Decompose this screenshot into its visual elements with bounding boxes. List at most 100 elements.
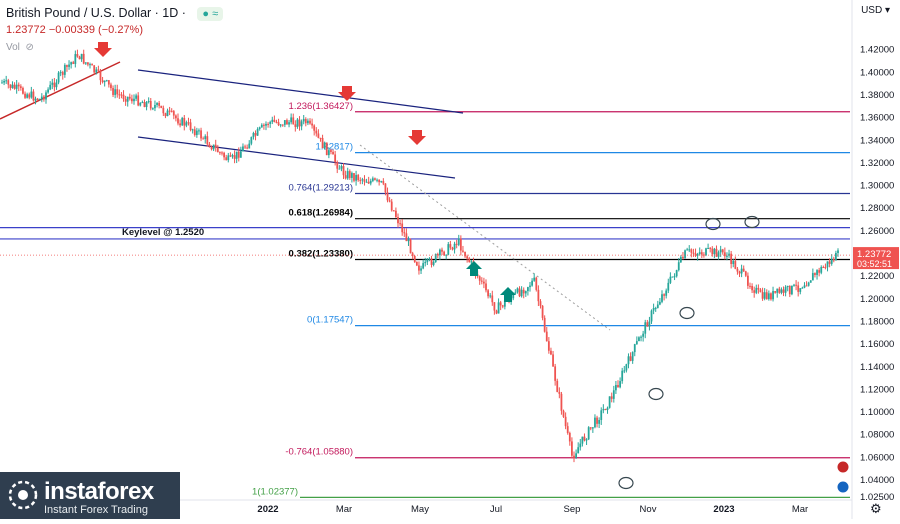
candle-body bbox=[315, 130, 318, 134]
candle-body bbox=[221, 152, 223, 154]
candle-body bbox=[447, 244, 450, 255]
candle-body bbox=[369, 180, 372, 184]
candle-body bbox=[407, 239, 410, 242]
candle-body bbox=[682, 256, 684, 259]
candle-body bbox=[684, 250, 686, 259]
currency-selector[interactable]: USD ▾ bbox=[861, 5, 890, 16]
candle-body bbox=[139, 102, 142, 106]
price-change: 1.23772 −0.00339 (−0.27%) bbox=[6, 24, 144, 36]
candle-body bbox=[688, 249, 691, 251]
fib-level-label: 1.32817) bbox=[315, 142, 353, 153]
candle-body bbox=[307, 120, 309, 124]
candle-body bbox=[105, 80, 108, 82]
candle-body bbox=[128, 96, 131, 99]
candle-body bbox=[348, 171, 351, 178]
candle-body bbox=[177, 118, 179, 124]
candle-body bbox=[646, 322, 649, 327]
candle-body bbox=[457, 238, 460, 245]
candle-body bbox=[82, 53, 85, 64]
volume-toggle[interactable]: Vol ⊘ bbox=[6, 42, 34, 53]
chart-area[interactable]: 1.42000 1.40000 1.38000 1.36000 1.34000 1.320… bbox=[0, 0, 900, 519]
candle-body bbox=[384, 183, 387, 193]
candle-body bbox=[468, 258, 471, 262]
y-tick-label: 1.32000 bbox=[860, 158, 894, 169]
candle-body bbox=[327, 150, 330, 156]
candle-body bbox=[135, 95, 137, 99]
candle-body bbox=[30, 91, 33, 98]
up-arrow-icon bbox=[466, 261, 482, 276]
candle-body bbox=[334, 154, 337, 162]
candle-body bbox=[390, 201, 393, 211]
candle-body bbox=[757, 287, 760, 290]
candle-body bbox=[103, 80, 106, 83]
candle-body bbox=[784, 286, 787, 293]
candle-body bbox=[805, 285, 808, 287]
channel-lower-line bbox=[137, 136, 456, 179]
candle-body bbox=[799, 288, 802, 292]
candle-body bbox=[638, 337, 640, 342]
candle-body bbox=[835, 252, 837, 261]
candle-body bbox=[311, 123, 313, 126]
candle-body bbox=[403, 232, 406, 234]
candle-body bbox=[541, 305, 544, 318]
candle-body bbox=[629, 356, 632, 361]
gear-icon[interactable]: ⚙ bbox=[870, 502, 882, 517]
candle-body bbox=[656, 304, 659, 308]
market-status-badge[interactable]: ● ≈ bbox=[197, 7, 224, 21]
y-tick-label: 1.20000 bbox=[860, 294, 894, 305]
candle-body bbox=[219, 152, 221, 154]
candle-body bbox=[814, 273, 816, 275]
fib-level-label: -0.764(1.05880) bbox=[285, 447, 353, 458]
candle-body bbox=[464, 251, 466, 257]
candle-body bbox=[118, 94, 121, 96]
candle-body bbox=[596, 417, 598, 424]
candle-body bbox=[235, 151, 238, 159]
candle-body bbox=[382, 181, 385, 184]
candle-body bbox=[59, 72, 62, 74]
candle-body bbox=[715, 248, 718, 257]
candle-body bbox=[478, 276, 481, 281]
candle-body bbox=[770, 293, 772, 300]
candle-body bbox=[15, 84, 18, 89]
marker-ellipse bbox=[679, 306, 695, 320]
candle-body bbox=[283, 120, 286, 125]
candle-body bbox=[673, 276, 676, 278]
candle-body bbox=[7, 80, 10, 85]
candle-body bbox=[692, 252, 695, 254]
candle-body bbox=[776, 288, 779, 293]
candle-body bbox=[610, 396, 613, 399]
candle-body bbox=[288, 122, 290, 125]
candle-body bbox=[175, 115, 177, 119]
candle-body bbox=[816, 270, 818, 275]
candle-body bbox=[558, 391, 561, 394]
candle-body bbox=[489, 295, 492, 297]
candle-body bbox=[514, 292, 517, 294]
candle-body bbox=[5, 80, 8, 82]
candle-body bbox=[401, 223, 404, 233]
candle-body bbox=[451, 247, 454, 250]
candle-body bbox=[214, 144, 217, 148]
candle-body bbox=[210, 147, 213, 150]
candle-body bbox=[17, 84, 20, 87]
candle-body bbox=[717, 252, 720, 257]
candle-body bbox=[667, 282, 670, 291]
y-tick-label: 1.16000 bbox=[860, 339, 894, 350]
candle-body bbox=[22, 87, 24, 94]
candle-body bbox=[497, 302, 500, 314]
candle-body bbox=[527, 287, 529, 292]
candle-body bbox=[604, 408, 607, 411]
candle-body bbox=[598, 419, 601, 424]
y-tick-label: 1.28000 bbox=[860, 203, 894, 214]
candle-body bbox=[545, 331, 548, 342]
uk-flag-icon bbox=[836, 460, 850, 474]
candle-body bbox=[378, 179, 381, 183]
eye-hidden-icon[interactable]: ⊘ bbox=[23, 42, 33, 53]
candle-body bbox=[116, 89, 119, 95]
candle-body bbox=[87, 62, 89, 65]
currency-label: USD bbox=[861, 5, 883, 16]
vol-label: Vol bbox=[6, 42, 20, 53]
candle-body bbox=[286, 120, 288, 125]
candle-body bbox=[304, 118, 307, 124]
candle-body bbox=[170, 110, 173, 112]
candle-body bbox=[248, 143, 251, 149]
